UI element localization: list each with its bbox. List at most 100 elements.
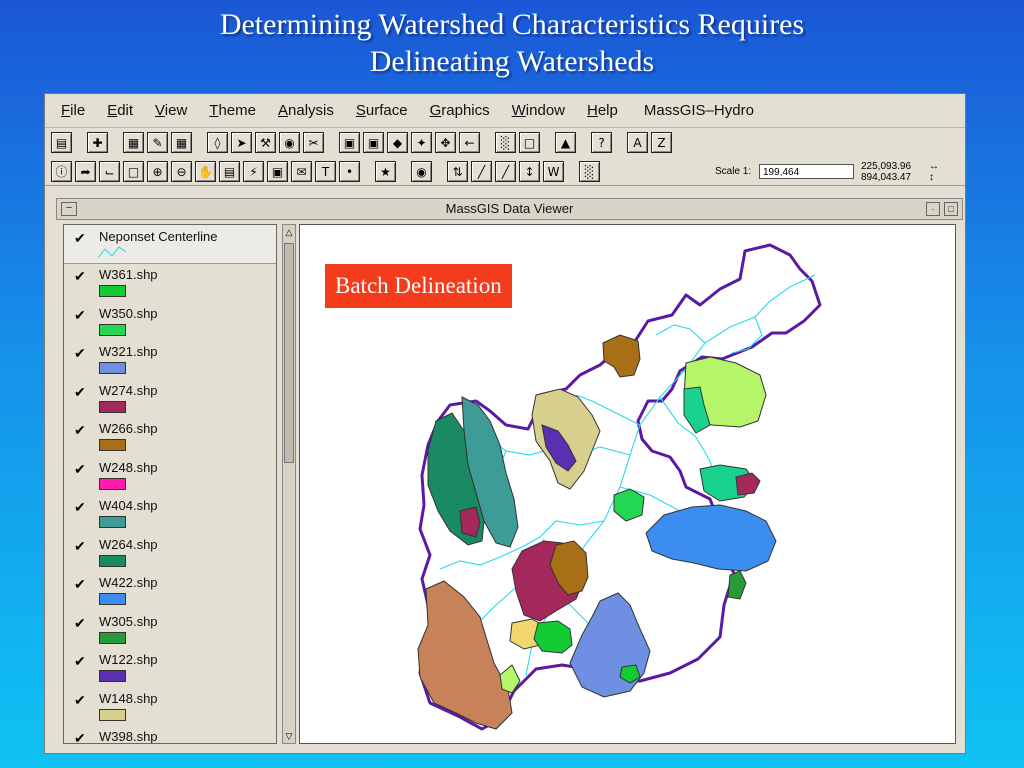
cut-icon[interactable]: ✂ bbox=[303, 132, 324, 153]
massgis-hydro-window: File Edit View Theme Analysis Surface Gr… bbox=[44, 93, 966, 754]
add-theme-icon[interactable]: ✚ bbox=[87, 132, 108, 153]
layout-icon[interactable]: □ bbox=[519, 132, 540, 153]
open-table-icon[interactable]: ▦ bbox=[171, 132, 192, 153]
vertex-edit-icon[interactable]: ⌙ bbox=[99, 161, 120, 182]
check-icon[interactable]: ✔ bbox=[74, 461, 86, 478]
legend-entry[interactable]: ✔ W274.shp bbox=[64, 379, 276, 417]
menu-view[interactable]: View bbox=[155, 102, 187, 119]
text-icon[interactable]: T bbox=[315, 161, 336, 182]
check-icon[interactable]: ✔ bbox=[74, 230, 86, 247]
legend-entry-neponset[interactable]: ✔ Neponset Centerline bbox=[64, 225, 276, 264]
menu-edit[interactable]: Edit bbox=[107, 102, 133, 119]
point-icon[interactable]: • bbox=[339, 161, 360, 182]
scroll-thumb[interactable] bbox=[284, 243, 294, 463]
legend-entry[interactable]: ✔ W248.shp bbox=[64, 456, 276, 494]
pan-icon[interactable]: ✋ bbox=[195, 161, 216, 182]
zoom-selected-icon[interactable]: ◉ bbox=[279, 132, 300, 153]
label-icon[interactable]: ✉ bbox=[291, 161, 312, 182]
zoom-in-icon[interactable]: ⊕ bbox=[147, 161, 168, 182]
select-feature-icon[interactable]: □ bbox=[123, 161, 144, 182]
menu-graphics[interactable]: Graphics bbox=[430, 102, 490, 119]
menu-help[interactable]: Help bbox=[587, 102, 618, 119]
previous-extent-icon[interactable]: ← bbox=[459, 132, 480, 153]
find-icon[interactable]: ◊ bbox=[207, 132, 228, 153]
legend-entry[interactable]: ✔ W404.shp bbox=[64, 494, 276, 532]
check-icon[interactable]: ✔ bbox=[74, 653, 86, 670]
legend-entry[interactable]: ✔ W305.shp bbox=[64, 610, 276, 648]
watershed-delineation-icon[interactable]: W bbox=[543, 161, 564, 182]
legend-entry[interactable]: ✔ W398.shp bbox=[64, 725, 276, 743]
draw-line-icon[interactable]: ╱ bbox=[471, 161, 492, 182]
menu-surface[interactable]: Surface bbox=[356, 102, 408, 119]
area-of-interest-icon[interactable]: ▣ bbox=[267, 161, 288, 182]
scroll-down-icon[interactable]: ▽ bbox=[283, 729, 295, 743]
locate-icon[interactable]: ➤ bbox=[231, 132, 252, 153]
zoom-out-fixed-icon[interactable]: ✥ bbox=[435, 132, 456, 153]
minimize-icon[interactable]: · bbox=[926, 202, 940, 216]
chart-icon[interactable]: ▲ bbox=[555, 132, 576, 153]
layer-name: W422.shp bbox=[99, 575, 158, 590]
legend-entry[interactable]: ✔ W361.shp bbox=[64, 263, 276, 301]
tool-bar: ⓘ ➦ ⌙ □ ⊕ ⊖ ✋ ▤ ⚡ ▣ ✉ T • ★ ◉ ⇅ ╱ ╱ ↕ W … bbox=[45, 158, 965, 186]
select-features-icon[interactable]: ▣ bbox=[339, 132, 360, 153]
watershed-polygon bbox=[727, 570, 747, 600]
star-icon[interactable]: ★ bbox=[375, 161, 396, 182]
menu-theme[interactable]: Theme bbox=[209, 102, 256, 119]
select-all-icon[interactable]: ░ bbox=[495, 132, 516, 153]
clear-selection-icon[interactable]: ◆ bbox=[387, 132, 408, 153]
check-icon[interactable]: ✔ bbox=[74, 422, 86, 439]
help-pointer-icon[interactable]: ? bbox=[591, 132, 612, 153]
table-of-contents: ✔ Neponset Centerline ✔ W361.shp ✔ W350.shp… bbox=[63, 224, 277, 744]
save-icon[interactable]: ▤ bbox=[51, 132, 72, 153]
edit-legend-icon[interactable]: ✎ bbox=[147, 132, 168, 153]
flow-length-icon[interactable]: ↕ bbox=[519, 161, 540, 182]
color-swatch bbox=[99, 477, 126, 490]
camera-icon[interactable]: ◉ bbox=[411, 161, 432, 182]
theme-properties-icon[interactable]: ▦ bbox=[123, 132, 144, 153]
legend-entry[interactable]: ✔ W266.shp bbox=[64, 417, 276, 455]
legend-entry[interactable]: ✔ W350.shp bbox=[64, 302, 276, 340]
stream-trace-icon[interactable]: ⇅ bbox=[447, 161, 468, 182]
check-icon[interactable]: ✔ bbox=[74, 345, 86, 362]
check-icon[interactable]: ✔ bbox=[74, 307, 86, 324]
select-by-theme-icon[interactable]: ▣ bbox=[363, 132, 384, 153]
check-icon[interactable]: ✔ bbox=[74, 499, 86, 516]
pointer-icon[interactable]: ➦ bbox=[75, 161, 96, 182]
check-icon[interactable]: ✔ bbox=[74, 268, 86, 285]
maximize-icon[interactable]: □ bbox=[944, 202, 958, 216]
zoom-out-icon[interactable]: ⊖ bbox=[171, 161, 192, 182]
zoom-in-fixed-icon[interactable]: ✦ bbox=[411, 132, 432, 153]
legend-entry[interactable]: ✔ W148.shp bbox=[64, 687, 276, 725]
menu-analysis[interactable]: Analysis bbox=[278, 102, 334, 119]
legend-entry[interactable]: ✔ W122.shp bbox=[64, 648, 276, 686]
legend-entry[interactable]: ✔ W422.shp bbox=[64, 571, 276, 609]
check-icon[interactable]: ✔ bbox=[74, 730, 86, 743]
map-canvas[interactable]: Batch Delineation bbox=[299, 224, 956, 744]
check-icon[interactable]: ✔ bbox=[74, 576, 86, 593]
layer-name: W361.shp bbox=[99, 267, 158, 282]
legend-entry[interactable]: ✔ W264.shp bbox=[64, 533, 276, 571]
layer-name: Neponset Centerline bbox=[99, 229, 218, 244]
scroll-up-icon[interactable]: △ bbox=[283, 225, 295, 239]
check-icon[interactable]: ✔ bbox=[74, 384, 86, 401]
identify-icon[interactable]: ⓘ bbox=[51, 161, 72, 182]
flow-path-icon[interactable]: ╱ bbox=[495, 161, 516, 182]
color-swatch bbox=[99, 593, 126, 605]
scale-input[interactable]: 199,464 bbox=[759, 164, 854, 179]
menu-file[interactable]: File bbox=[61, 102, 85, 119]
hotlink-icon[interactable]: ⚡ bbox=[243, 161, 264, 182]
button-bar: ▤ ✚ ▦ ✎ ▦ ◊ ➤ ⚒ ◉ ✂ ▣ ▣ ◆ ✦ ✥ ← ░ □ ▲ ? … bbox=[45, 130, 965, 155]
batch-icon[interactable]: ░ bbox=[579, 161, 600, 182]
sort-descending-icon[interactable]: Z bbox=[651, 132, 672, 153]
legend-entry[interactable]: ✔ W321.shp bbox=[64, 340, 276, 378]
measure-icon[interactable]: ▤ bbox=[219, 161, 240, 182]
query-builder-icon[interactable]: ⚒ bbox=[255, 132, 276, 153]
check-icon[interactable]: ✔ bbox=[74, 692, 86, 709]
check-icon[interactable]: ✔ bbox=[74, 538, 86, 555]
system-menu-icon[interactable]: – bbox=[61, 202, 77, 216]
sort-ascending-icon[interactable]: A bbox=[627, 132, 648, 153]
menu-window[interactable]: Window bbox=[512, 102, 565, 119]
check-icon[interactable]: ✔ bbox=[74, 615, 86, 632]
color-swatch bbox=[99, 400, 126, 413]
legend-scrollbar[interactable]: △ ▽ bbox=[282, 224, 296, 744]
